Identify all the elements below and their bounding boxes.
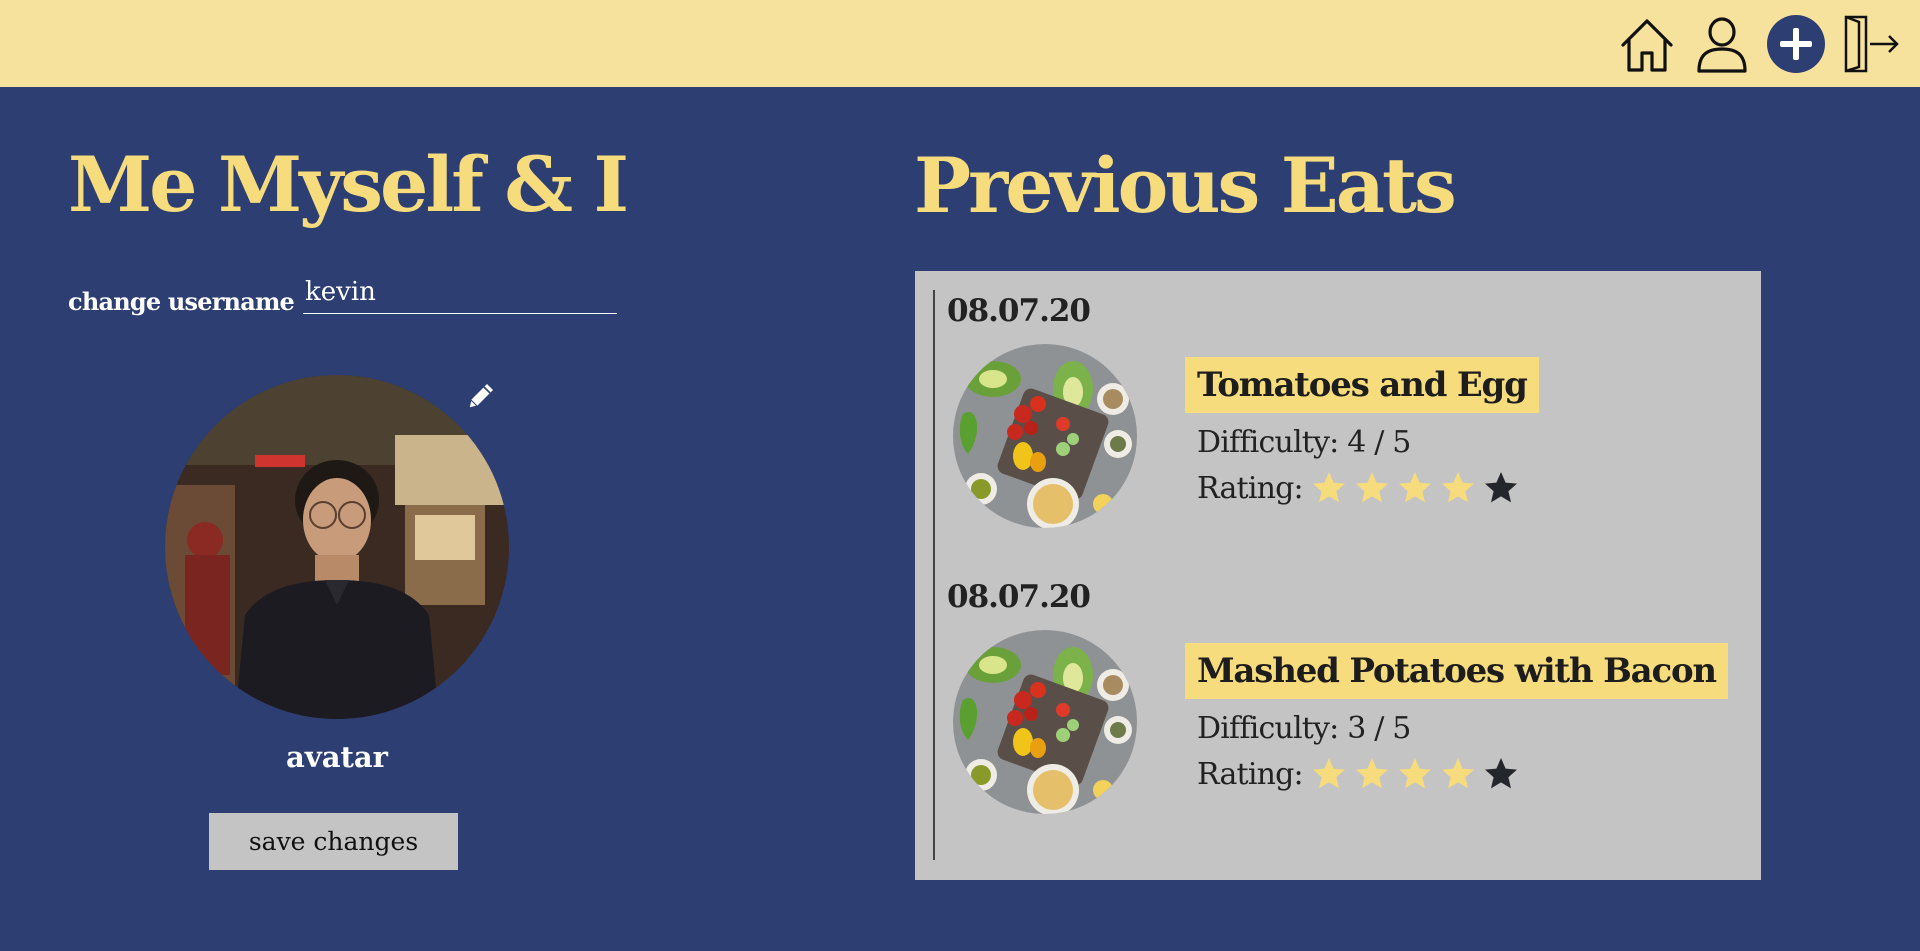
profile-title: Me Myself & I (68, 140, 629, 229)
logout-icon[interactable] (1842, 13, 1902, 75)
username-input[interactable] (303, 274, 617, 314)
dish-image (953, 630, 1137, 814)
star-empty-icon (1484, 758, 1517, 789)
star-filled-icon (1355, 472, 1388, 503)
user-icon[interactable] (1692, 13, 1752, 75)
plus-icon[interactable] (1766, 13, 1826, 75)
star-filled-icon (1312, 758, 1345, 789)
star-filled-icon (1398, 758, 1431, 789)
eat-entry[interactable]: 08.07.20 (915, 271, 1761, 541)
avatar-label: avatar (286, 740, 388, 774)
pencil-edit-icon[interactable] (463, 378, 499, 414)
rating: Rating: (1197, 756, 1519, 792)
avatar (165, 375, 509, 719)
star-filled-icon (1355, 758, 1388, 789)
rating-stars (1311, 470, 1519, 506)
difficulty-text: Difficulty: 3 / 5 (1197, 711, 1411, 746)
entry-date: 08.07.20 (947, 293, 1091, 329)
star-empty-icon (1484, 472, 1517, 503)
previous-eats-panel: 08.07.20 Tomatoes and Egg Difficulty: 4 … (915, 271, 1761, 880)
star-filled-icon (1398, 472, 1431, 503)
username-label: change username (68, 287, 295, 316)
dish-name[interactable]: Tomatoes and Egg (1185, 357, 1539, 413)
rating-stars (1311, 756, 1519, 792)
star-filled-icon (1441, 472, 1474, 503)
rating: Rating: (1197, 470, 1519, 506)
dish-name[interactable]: Mashed Potatoes with Bacon (1185, 643, 1728, 699)
save-changes-button[interactable]: save changes (209, 813, 458, 870)
top-nav-bar (0, 0, 1920, 87)
entry-date: 08.07.20 (947, 579, 1091, 615)
rating-label: Rating: (1197, 470, 1304, 506)
star-filled-icon (1441, 758, 1474, 789)
star-filled-icon (1312, 472, 1345, 503)
previous-eats-title: Previous Eats (914, 141, 1457, 230)
dish-image (953, 344, 1137, 528)
eat-entry[interactable]: 08.07.20 (915, 557, 1761, 827)
rating-label: Rating: (1197, 756, 1304, 792)
difficulty-text: Difficulty: 4 / 5 (1197, 425, 1411, 460)
home-icon[interactable] (1617, 13, 1677, 75)
